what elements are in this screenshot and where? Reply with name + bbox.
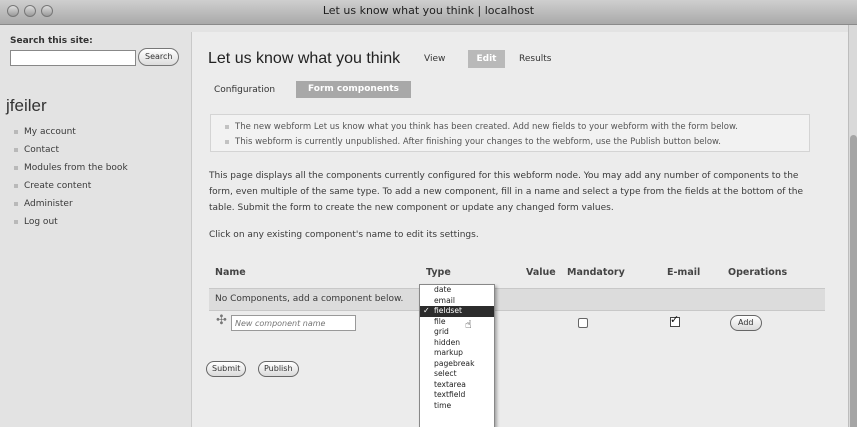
scrollbar-thumb[interactable] — [850, 135, 857, 427]
bullet-icon — [14, 130, 18, 134]
column-header-operations: Operations — [728, 267, 788, 278]
nav-item-create-content[interactable]: Create content — [14, 178, 128, 196]
dropdown-option[interactable]: textfield — [420, 390, 494, 401]
nav-item-modules-from-the-book[interactable]: Modules from the book — [14, 160, 128, 178]
subtab-configuration[interactable]: Configuration — [214, 85, 275, 95]
dropdown-option[interactable]: markup — [420, 348, 494, 359]
browser-window: Let us know what you think | localhost S… — [0, 0, 857, 427]
vertical-scrollbar[interactable] — [848, 25, 857, 427]
column-header-value: Value — [526, 267, 556, 278]
checkmark-icon: ✓ — [423, 306, 430, 315]
tab-edit[interactable]: Edit — [468, 50, 505, 68]
title-bar: Let us know what you think | localhost — [0, 0, 857, 25]
email-checkbox[interactable]: ✓ — [670, 313, 680, 327]
user-nav: My account Contact Modules from the book… — [14, 124, 128, 232]
new-component-name-input[interactable] — [231, 315, 356, 331]
bullet-icon — [14, 220, 18, 224]
status-message: This webform is currently unpublished. A… — [225, 137, 721, 147]
username-heading: jfeiler — [6, 96, 47, 115]
column-header-name: Name — [215, 267, 246, 278]
dropdown-option[interactable]: email — [420, 296, 494, 307]
table-row-empty: No Components, add a component below. — [209, 288, 825, 311]
sidebar: Search this site: Search jfeiler My acco… — [6, 30, 181, 422]
dropdown-option[interactable]: hidden — [420, 338, 494, 349]
status-messages: The new webform Let us know what you thi… — [210, 114, 810, 152]
tab-results[interactable]: Results — [519, 54, 552, 64]
publish-button[interactable]: Publish — [258, 361, 299, 377]
column-header-type: Type — [426, 267, 451, 278]
dropdown-option[interactable]: date — [420, 285, 494, 296]
dropdown-option[interactable]: grid — [420, 327, 494, 338]
nav-item-my-account[interactable]: My account — [14, 124, 128, 142]
subtab-form-components[interactable]: Form components — [296, 81, 411, 98]
window-title: Let us know what you think | localhost — [322, 4, 535, 17]
submit-button[interactable]: Submit — [206, 361, 247, 377]
mandatory-checkbox[interactable] — [578, 318, 588, 328]
nav-item-contact[interactable]: Contact — [14, 142, 128, 160]
search-label: Search this site: — [10, 36, 93, 46]
dropdown-option-selected[interactable]: ✓ fieldset — [420, 306, 494, 317]
add-component-button[interactable]: Add — [730, 315, 762, 331]
dropdown-option[interactable]: textarea — [420, 380, 494, 391]
column-header-mandatory: Mandatory — [567, 267, 625, 278]
nav-item-log-out[interactable]: Log out — [14, 214, 128, 232]
dropdown-option[interactable]: file — [420, 317, 494, 328]
drag-handle-icon[interactable]: ✣ — [216, 313, 227, 328]
dropdown-option[interactable]: pagebreak — [420, 359, 494, 370]
type-dropdown-menu[interactable]: date email ✓ fieldset file grid hidden ma… — [419, 284, 495, 427]
page-title: Let us know what you think — [208, 50, 401, 67]
mouse-pointer-icon: ☝ — [465, 318, 472, 331]
dropdown-option[interactable]: time — [420, 401, 494, 412]
empty-components-text: No Components, add a component below. — [215, 294, 404, 304]
tab-view[interactable]: View — [424, 54, 445, 64]
bullet-icon — [14, 166, 18, 170]
table-row-new-component: ✣ ✓ Add — [209, 310, 825, 334]
column-header-email: E-mail — [667, 267, 701, 278]
bullet-icon — [225, 124, 229, 129]
checkmark-icon: ✓ — [670, 313, 680, 326]
main-content: Let us know what you think View Edit Res… — [191, 32, 848, 427]
status-message: The new webform Let us know what you thi… — [225, 122, 738, 132]
nav-item-administer[interactable]: Administer — [14, 196, 128, 214]
bullet-icon — [14, 184, 18, 188]
bullet-icon — [225, 139, 229, 144]
page-description: This page displays all the components cu… — [209, 171, 804, 213]
dropdown-option[interactable]: select — [420, 369, 494, 380]
bullet-icon — [14, 148, 18, 152]
search-input[interactable] — [10, 50, 136, 66]
edit-hint: Click on any existing component's name t… — [209, 230, 479, 240]
bullet-icon — [14, 202, 18, 206]
search-button[interactable]: Search — [138, 48, 180, 66]
